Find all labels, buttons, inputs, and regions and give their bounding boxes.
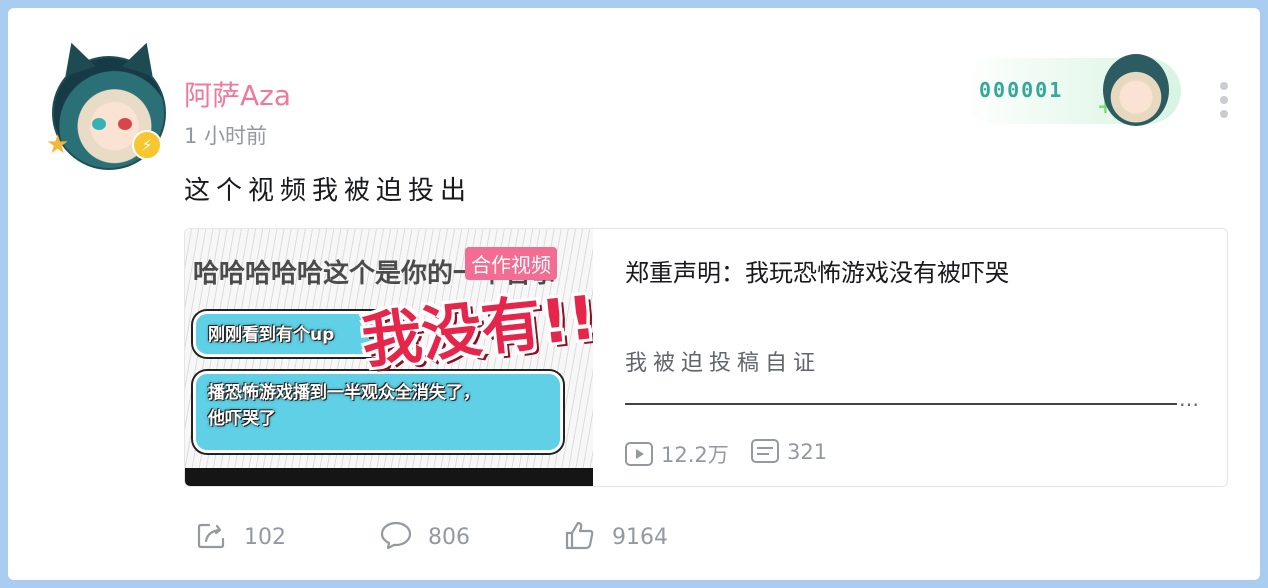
like-count: 9164 bbox=[612, 525, 668, 550]
thumbnail-bubble-2-line2: 他吓哭了 bbox=[208, 409, 276, 429]
post-text: 这个视频我被迫投出 bbox=[184, 176, 473, 206]
username[interactable]: 阿萨Aza bbox=[184, 74, 291, 114]
fan-badge[interactable]: 000001 + + bbox=[963, 54, 1181, 126]
danmaku-count: 321 bbox=[751, 439, 827, 464]
forward-button[interactable]: 102 bbox=[196, 520, 286, 550]
user-avatar[interactable]: ★ ⚡ bbox=[46, 37, 178, 170]
like-icon bbox=[565, 521, 594, 550]
like-button[interactable]: 9164 bbox=[564, 520, 668, 550]
forward-icon bbox=[197, 523, 225, 549]
thumbnail-bottom-bar bbox=[185, 468, 593, 486]
fan-badge-avatar bbox=[1103, 54, 1169, 126]
video-desc: 我被迫投稿自证 bbox=[625, 351, 822, 376]
danmaku-count-value: 321 bbox=[787, 440, 828, 464]
comment-count: 806 bbox=[428, 525, 470, 550]
play-count: 12.2万 bbox=[625, 439, 729, 469]
forward-count: 102 bbox=[244, 525, 286, 550]
video-desc-line bbox=[625, 403, 1177, 405]
feed-card: ★ ⚡ 阿萨Aza 1 小时前 这个视频我被迫投出 000001 + + 哈哈哈… bbox=[8, 8, 1260, 580]
thumbnail-bubble-2: 播恐怖游戏播到一半观众全消失了， 他吓哭了 bbox=[193, 371, 563, 453]
video-title[interactable]: 郑重声明：我玩恐怖游戏没有被吓哭 bbox=[625, 253, 1009, 288]
post-time[interactable]: 1 小时前 bbox=[184, 120, 267, 150]
play-count-value: 12.2万 bbox=[661, 443, 729, 467]
video-desc-ellipsis: … bbox=[1179, 387, 1199, 411]
video-thumbnail[interactable]: 哈哈哈哈哈这个是你的一个吉事 刚刚看到有个up 播恐怖游戏播到一半观众全消失了，… bbox=[185, 229, 593, 486]
video-card[interactable]: 哈哈哈哈哈这个是你的一个吉事 刚刚看到有个up 播恐怖游戏播到一半观众全消失了，… bbox=[184, 228, 1228, 487]
comment-button[interactable]: 806 bbox=[380, 520, 470, 550]
thumbnail-bubble-2-line1: 播恐怖游戏播到一半观众全消失了， bbox=[208, 383, 480, 403]
fan-number: 000001 bbox=[979, 78, 1064, 102]
lightning-icon: ⚡ bbox=[132, 130, 162, 160]
collab-badge: 合作视频 bbox=[465, 247, 557, 280]
danmaku-icon bbox=[751, 439, 779, 463]
star-icon: ★ bbox=[46, 130, 70, 160]
comment-icon bbox=[380, 521, 412, 550]
play-icon bbox=[625, 442, 653, 466]
more-vertical-icon[interactable] bbox=[1214, 78, 1234, 124]
